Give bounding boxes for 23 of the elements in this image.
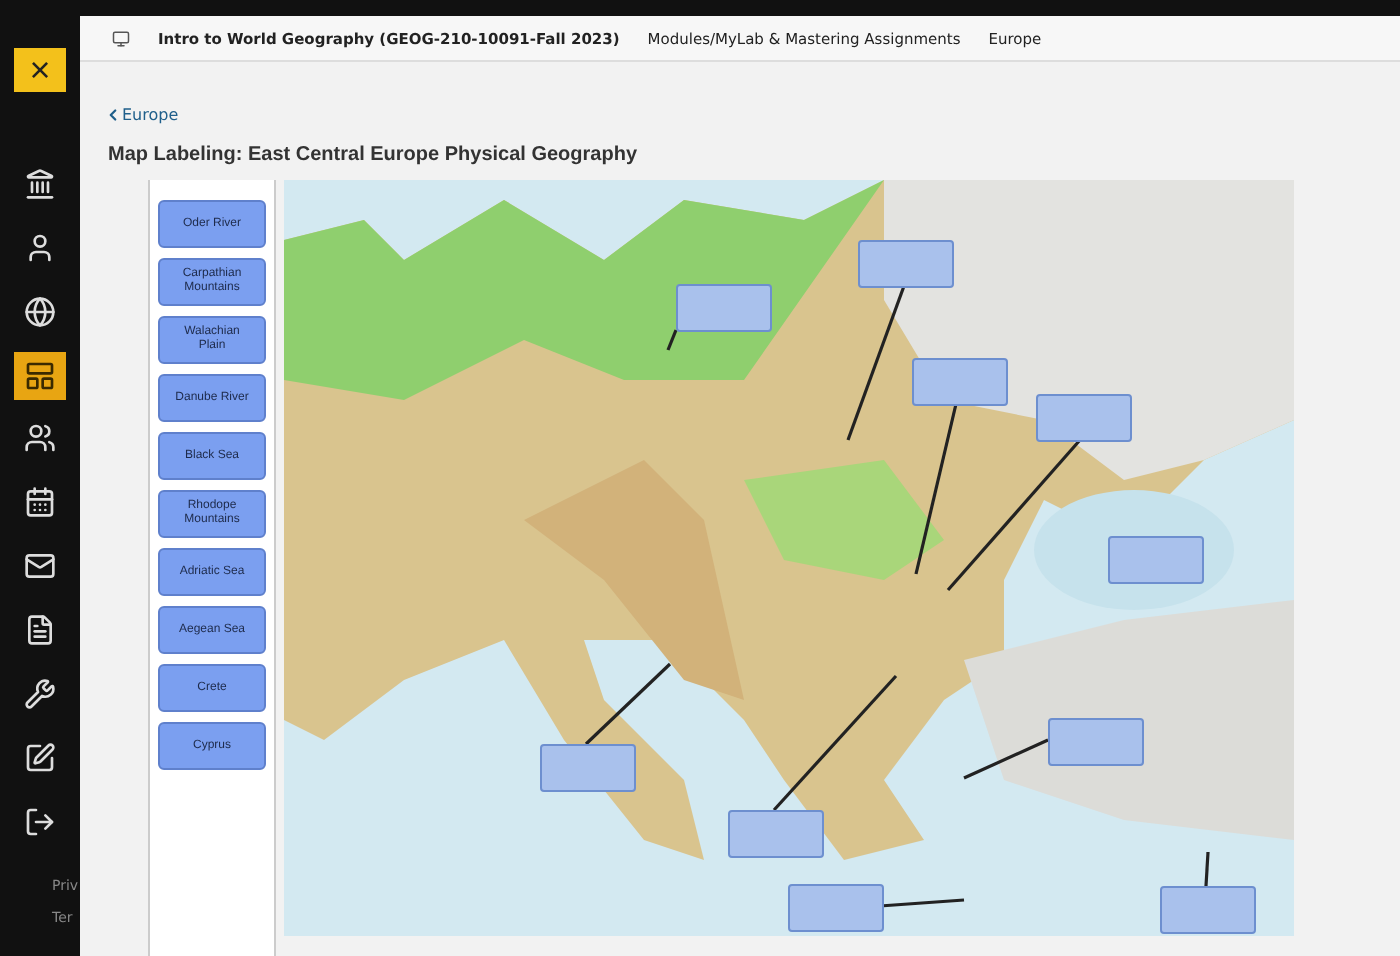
edit-icon [24,741,56,774]
users-icon [24,422,56,455]
leader-line [1204,851,1210,887]
document-icon [24,614,56,647]
leader-line [772,674,898,812]
page-title: Map Labeling: East Central Europe Physical Geography [106,144,640,166]
monitor-icon [112,29,130,47]
layout-icon [24,359,56,392]
leader-line [666,329,678,351]
back-link[interactable]: Europe [80,106,1400,124]
calendar-icon [24,486,56,519]
logout-icon [24,805,56,838]
close-button[interactable]: × [14,48,66,93]
globe-icon [24,295,56,328]
mail-icon [24,550,56,583]
nav-button[interactable] [14,351,66,400]
landmark-icon [24,167,56,200]
user-icon [24,231,56,264]
chevron-left-icon [104,106,122,124]
leader-line [584,662,672,746]
leader-line [879,898,965,908]
leader-line [963,738,1049,780]
wrench-icon [24,677,56,710]
